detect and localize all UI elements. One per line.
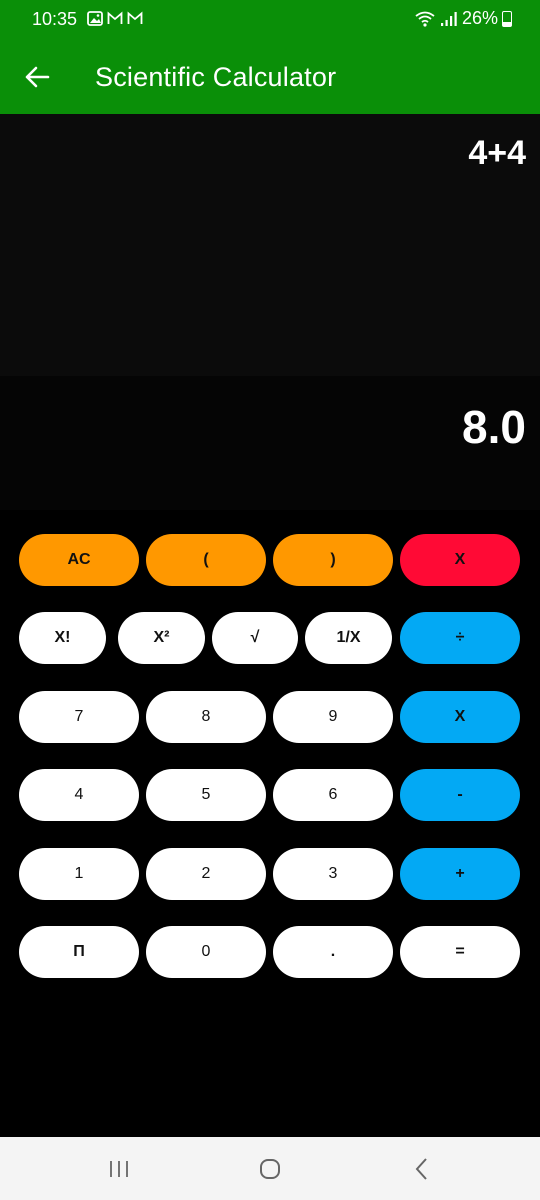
status-bar: 10:35 26% (0, 0, 540, 40)
multiply-button[interactable]: X (400, 691, 520, 743)
system-back-button[interactable] (400, 1149, 444, 1189)
pi-button[interactable]: Π (19, 926, 139, 978)
expression-text: 4+4 (468, 134, 526, 172)
home-icon (260, 1159, 280, 1179)
notification-icons (87, 11, 143, 26)
recent-apps-icon (110, 1161, 128, 1177)
status-right: 26% (414, 8, 512, 29)
gmail-icon (107, 11, 123, 24)
app-bar: Scientific Calculator (0, 40, 540, 114)
expression-display: 4+4 (0, 114, 540, 376)
digit-4-button[interactable]: 4 (19, 769, 139, 821)
status-time: 10:35 (32, 9, 78, 29)
digit-9-button[interactable]: 9 (273, 691, 393, 743)
digit-1-button[interactable]: 1 (19, 848, 139, 900)
battery-percentage: 26% (461, 8, 498, 28)
equals-button[interactable]: = (400, 926, 520, 978)
keypad: AC ( ) X X! X² √ 1/X ÷ 7 8 9 X 4 5 6 - 1… (0, 510, 540, 1137)
minus-button[interactable]: - (400, 769, 520, 821)
result-text: 8.0 (462, 401, 526, 453)
digit-2-button[interactable]: 2 (146, 848, 266, 900)
digit-6-button[interactable]: 6 (273, 769, 393, 821)
factorial-button[interactable]: X! (19, 612, 106, 664)
digit-8-button[interactable]: 8 (146, 691, 266, 743)
back-icon (415, 1158, 427, 1180)
open-paren-button[interactable]: ( (146, 534, 266, 586)
system-nav-bar (0, 1137, 540, 1200)
image-notification-icon (87, 11, 103, 26)
recent-apps-button[interactable] (97, 1149, 141, 1189)
digit-3-button[interactable]: 3 (273, 848, 393, 900)
digit-0-button[interactable]: 0 (146, 926, 266, 978)
clear-button[interactable]: X (400, 534, 520, 586)
wifi-icon (415, 11, 435, 27)
home-button[interactable] (248, 1149, 292, 1189)
digit-5-button[interactable]: 5 (146, 769, 266, 821)
page-title: Scientific Calculator (95, 62, 337, 92)
signal-icon (440, 11, 457, 26)
gmail-icon (127, 11, 143, 24)
divide-button[interactable]: ÷ (400, 612, 520, 664)
all-clear-button[interactable]: AC (19, 534, 139, 586)
decimal-point-button[interactable]: . (273, 926, 393, 978)
reciprocal-button[interactable]: 1/X (305, 612, 392, 664)
square-root-button[interactable]: √ (212, 612, 298, 664)
result-display: 8.0 (0, 376, 540, 510)
back-button[interactable] (20, 60, 54, 94)
plus-button[interactable]: + (400, 848, 520, 900)
digit-7-button[interactable]: 7 (19, 691, 139, 743)
square-button[interactable]: X² (118, 612, 205, 664)
arrow-left-icon (25, 66, 50, 88)
battery-icon (502, 10, 512, 27)
close-paren-button[interactable]: ) (273, 534, 393, 586)
